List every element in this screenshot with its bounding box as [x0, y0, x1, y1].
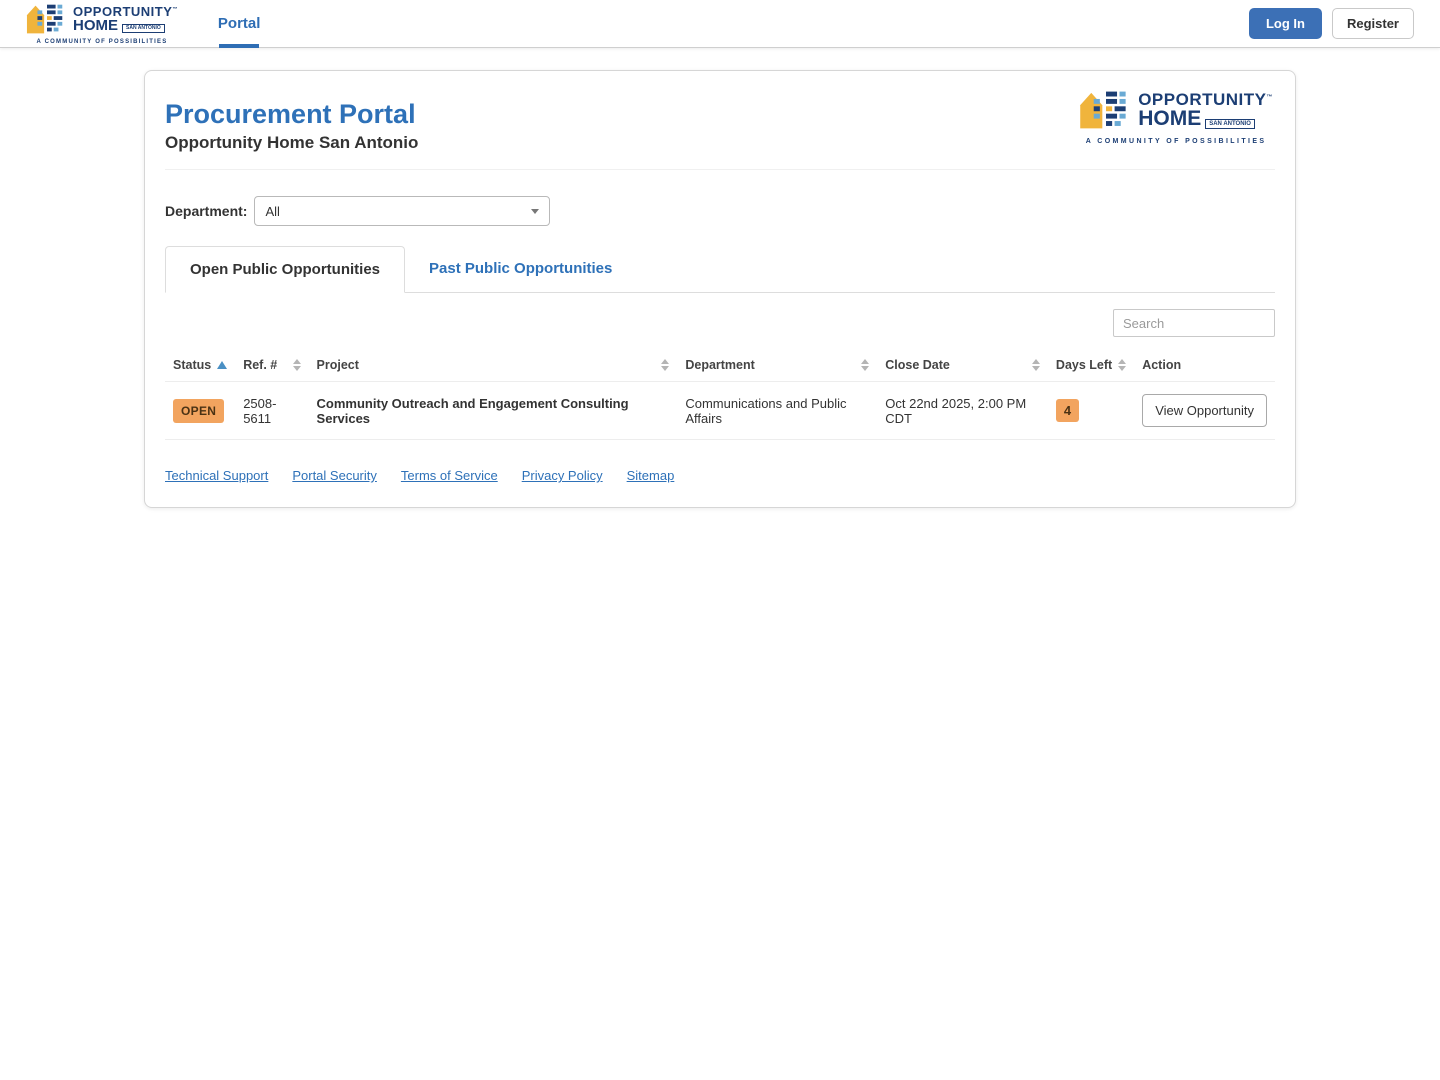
column-header-department[interactable]: Department — [677, 349, 877, 382]
nav-tab-portal[interactable]: Portal — [218, 0, 261, 48]
opportunities-tabs: Open Public Opportunities Past Public Op… — [165, 246, 1275, 293]
log-in-button[interactable]: Log In — [1249, 8, 1322, 39]
view-opportunity-button[interactable]: View Opportunity — [1142, 394, 1267, 427]
column-header-project[interactable]: Project — [309, 349, 678, 382]
header-divider — [165, 169, 1275, 170]
opportunity-home-house-icon — [1079, 89, 1133, 131]
department-selected-value: All — [265, 204, 279, 219]
sort-icon — [1118, 359, 1126, 371]
project-cell: Community Outreach and Engagement Consul… — [309, 382, 678, 440]
opportunities-table: Status Ref. # Project Department Close D… — [165, 349, 1275, 440]
technical-support-link[interactable]: Technical Support — [165, 468, 268, 483]
department-cell: Communications and Public Affairs — [677, 382, 877, 440]
ref-number-cell: 2508-5611 — [235, 382, 308, 440]
search-input[interactable] — [1113, 309, 1275, 337]
column-header-close-date[interactable]: Close Date — [877, 349, 1048, 382]
chevron-down-icon — [531, 209, 539, 214]
top-navbar: OPPORTUNITY™ HOMESAN ANTONIO A COMMUNITY… — [0, 0, 1440, 48]
portal-security-link[interactable]: Portal Security — [292, 468, 377, 483]
logo-line1: OPPORTUNITY™ — [1138, 91, 1273, 108]
sort-asc-icon — [217, 361, 227, 369]
column-header-status[interactable]: Status — [165, 349, 235, 382]
register-button[interactable]: Register — [1332, 8, 1414, 39]
sort-icon — [861, 359, 869, 371]
logo-line1: OPPORTUNITY™ — [73, 5, 178, 18]
trademark-symbol: ™ — [172, 6, 178, 12]
table-row: OPEN 2508-5611 Community Outreach and En… — [165, 382, 1275, 440]
opportunity-home-logo[interactable]: OPPORTUNITY™ HOMESAN ANTONIO A COMMUNITY… — [26, 3, 178, 45]
tab-open-public-opportunities[interactable]: Open Public Opportunities — [165, 246, 405, 293]
department-label: Department: — [165, 203, 247, 219]
table-header-row: Status Ref. # Project Department Close D… — [165, 349, 1275, 382]
sort-icon — [1032, 359, 1040, 371]
terms-of-service-link[interactable]: Terms of Service — [401, 468, 498, 483]
column-header-ref[interactable]: Ref. # — [235, 349, 308, 382]
logo-san-antonio: SAN ANTONIO — [1205, 119, 1255, 129]
opportunity-home-logo-large: OPPORTUNITY™ HOMESAN ANTONIO A COMMUNITY… — [1079, 89, 1273, 145]
status-badge: OPEN — [173, 399, 224, 423]
logo-san-antonio: SAN ANTONIO — [122, 24, 165, 33]
days-left-badge: 4 — [1056, 399, 1079, 422]
footer-links: Technical Support Portal Security Terms … — [165, 468, 1275, 483]
logo-line2: HOMESAN ANTONIO — [1138, 108, 1273, 129]
trademark-symbol: ™ — [1267, 94, 1274, 100]
logo-line2: HOMESAN ANTONIO — [73, 18, 178, 33]
column-header-action: Action — [1134, 349, 1275, 382]
sitemap-link[interactable]: Sitemap — [627, 468, 675, 483]
procurement-portal-card: Procurement Portal Opportunity Home San … — [144, 70, 1296, 508]
active-nav-underline — [219, 44, 259, 48]
privacy-policy-link[interactable]: Privacy Policy — [522, 468, 603, 483]
sort-icon — [293, 359, 301, 371]
logo-tagline: A COMMUNITY OF POSSIBILITIES — [36, 39, 167, 45]
department-select[interactable]: All — [254, 196, 550, 226]
close-date-cell: Oct 22nd 2025, 2:00 PM CDT — [877, 382, 1048, 440]
column-header-days-left[interactable]: Days Left — [1048, 349, 1134, 382]
logo-tagline: A COMMUNITY OF POSSIBILITIES — [1086, 138, 1267, 145]
tab-past-public-opportunities[interactable]: Past Public Opportunities — [405, 246, 636, 292]
opportunity-home-house-icon — [26, 3, 68, 35]
sort-icon — [661, 359, 669, 371]
